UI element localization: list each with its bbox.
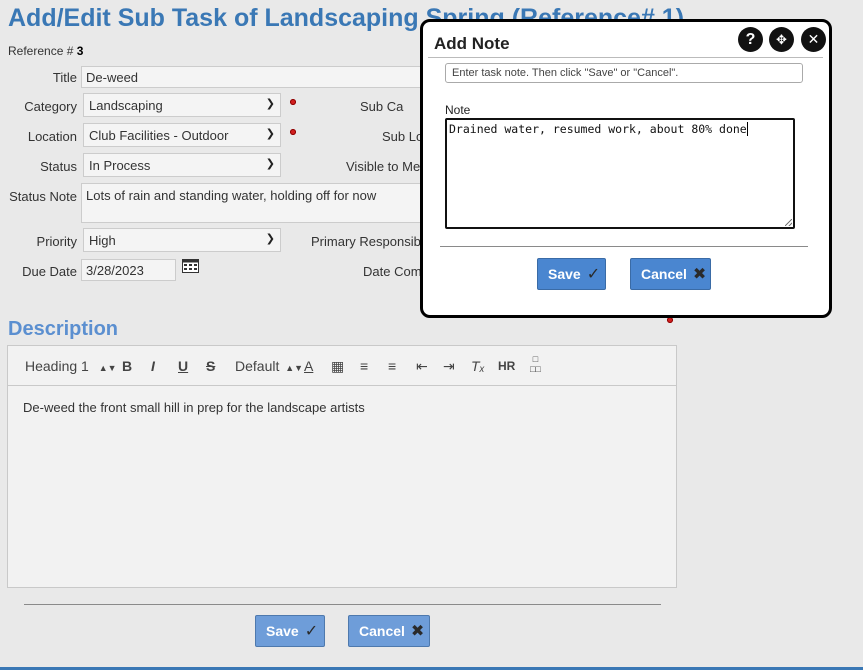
dialog-save-label: Save	[548, 266, 581, 282]
heading-select[interactable]: Heading 1 ▲▼	[25, 358, 117, 374]
dialog-footer-divider	[440, 246, 808, 247]
chevron-down-icon: ❯	[265, 128, 275, 140]
font-select[interactable]: Default ▲▼	[235, 358, 303, 374]
strikethrough-button[interactable]: S	[206, 358, 215, 374]
description-editor[interactable]: De-weed the front small hill in prep for…	[7, 386, 677, 588]
visible-to-label: Visible to Me	[346, 159, 421, 174]
sublocation-label: Sub Lo	[382, 129, 424, 144]
move-icon[interactable]: ✥	[769, 27, 794, 52]
divider	[24, 604, 661, 605]
required-icon	[290, 129, 296, 135]
status-label: Status	[40, 159, 77, 174]
title-input[interactable]: De-weed	[81, 66, 426, 88]
dialog-cancel-button[interactable]: Cancel ✖	[630, 258, 711, 290]
highlight-icon[interactable]: ▦	[331, 358, 344, 375]
sort-icon: ▲▼	[285, 363, 304, 373]
font-color-icon[interactable]: A	[304, 358, 313, 374]
status-value: In Process	[89, 158, 151, 173]
add-note-dialog: Add Note ? ✥ ✕ Enter task note. Then cli…	[420, 19, 832, 318]
horizontal-rule-button[interactable]: HR	[498, 359, 515, 373]
ordered-list-icon[interactable]: ≡	[360, 358, 368, 374]
location-label: Location	[27, 129, 77, 144]
priority-select[interactable]: High ❯	[83, 228, 281, 252]
note-textarea[interactable]: Drained water, resumed work, about 80% d…	[445, 118, 795, 229]
due-date-label: Due Date	[22, 264, 77, 279]
note-label: Note	[445, 103, 471, 117]
outdent-icon[interactable]: ⇤	[416, 358, 428, 375]
close-icon[interactable]: ✕	[801, 27, 826, 52]
subcategory-label: Sub Ca	[360, 99, 404, 114]
status-note-textarea[interactable]: Lots of rain and standing water, holding…	[81, 183, 426, 223]
date-completed-label: Date Com	[363, 264, 422, 279]
category-label: Category	[24, 99, 77, 114]
save-label: Save	[266, 623, 299, 639]
reference-line: Reference # 3	[8, 44, 83, 58]
reference-value: 3	[76, 44, 84, 58]
note-hint: Enter task note. Then click "Save" or "C…	[445, 63, 803, 83]
resize-grip-icon[interactable]	[785, 219, 792, 226]
category-value: Landscaping	[89, 98, 163, 113]
primary-responsible-label: Primary Responsib	[311, 234, 421, 249]
dialog-title: Add Note	[434, 34, 510, 53]
text-cursor	[746, 122, 748, 136]
italic-button[interactable]: I	[151, 358, 155, 374]
required-icon	[290, 99, 296, 105]
reference-label: Reference #	[8, 44, 74, 58]
save-button[interactable]: Save ✓	[255, 615, 325, 647]
cancel-label: Cancel	[359, 623, 405, 639]
dialog-save-button[interactable]: Save ✓	[537, 258, 606, 290]
indent-icon[interactable]: ⇥	[443, 358, 455, 375]
clear-format-icon[interactable]: Tₓ	[471, 358, 485, 374]
note-text: Drained water, resumed work, about 80% d…	[449, 122, 747, 136]
chevron-down-icon: ❯	[265, 158, 275, 170]
location-select[interactable]: Club Facilities - Outdoor ❯	[83, 123, 281, 147]
bold-button[interactable]: B	[122, 358, 132, 374]
sort-icon: ▲▼	[98, 363, 117, 373]
special-chars-icon[interactable]: □ □□	[530, 354, 541, 374]
editor-toolbar: Heading 1 ▲▼ B I U S Default ▲▼ A ▦ ≡ ≡ …	[7, 345, 677, 386]
status-select[interactable]: In Process ❯	[83, 153, 281, 177]
bullet-list-icon[interactable]: ≡	[388, 358, 396, 374]
check-icon: ✓	[304, 623, 319, 640]
heading-select-value: Heading 1	[25, 358, 89, 374]
cancel-button[interactable]: Cancel ✖	[348, 615, 430, 647]
check-icon: ✓	[586, 266, 601, 283]
chevron-down-icon: ❯	[265, 98, 275, 110]
category-select[interactable]: Landscaping ❯	[83, 93, 281, 117]
close-icon: ✖	[410, 623, 425, 640]
title-label: Title	[52, 70, 77, 85]
description-heading: Description	[8, 318, 119, 340]
priority-label: Priority	[36, 234, 77, 249]
underline-button[interactable]: U	[178, 358, 188, 374]
priority-value: High	[89, 233, 116, 248]
help-icon[interactable]: ?	[738, 27, 763, 52]
close-icon: ✖	[692, 266, 707, 283]
calendar-icon[interactable]	[182, 259, 199, 273]
due-date-input[interactable]: 3/28/2023	[81, 259, 176, 281]
dialog-cancel-label: Cancel	[641, 266, 687, 282]
font-select-value: Default	[235, 358, 280, 374]
chevron-down-icon: ❯	[265, 233, 275, 245]
status-note-label: Status Note	[9, 189, 77, 204]
dialog-divider	[428, 57, 823, 58]
location-value: Club Facilities - Outdoor	[89, 128, 229, 143]
